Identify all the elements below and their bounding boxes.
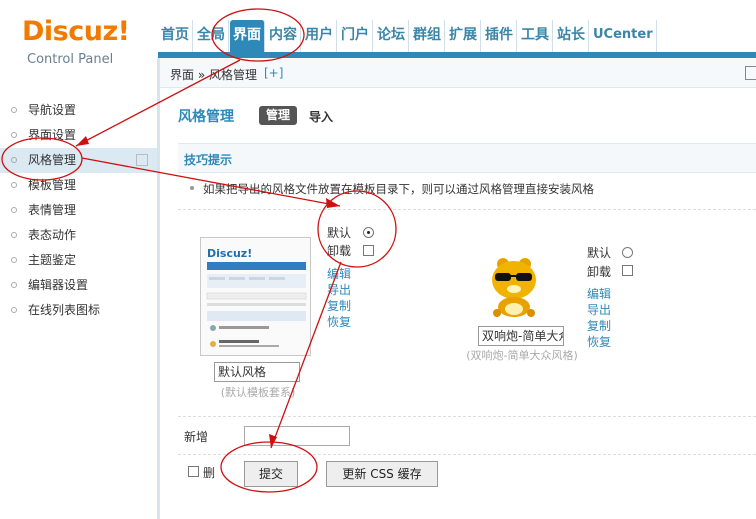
nav-extensions[interactable]: 扩展 (446, 20, 481, 52)
bullet-icon (11, 182, 17, 188)
uninstall-label: 卸载 (587, 265, 612, 279)
sidebar-item-label: 表态动作 (28, 228, 77, 242)
nav-plugins[interactable]: 插件 (482, 20, 517, 52)
new-style-label: 新增 (184, 430, 209, 444)
sidebar-item-nav-settings[interactable]: 导航设置 (0, 98, 157, 123)
sidebar-item-label: 表情管理 (28, 203, 77, 217)
nav-users[interactable]: 用户 (302, 20, 337, 52)
logo-subtitle: Control Panel (27, 52, 114, 67)
submit-button[interactable]: 提交 (244, 461, 298, 487)
bullet-icon (11, 232, 17, 238)
sidebar-item-editor-settings[interactable]: 编辑器设置 (0, 273, 157, 298)
bullet-icon (11, 132, 17, 138)
export-link[interactable]: 导出 (587, 301, 611, 318)
sidebar-item-thread-stamps[interactable]: 主题鉴定 (0, 248, 157, 273)
logo-brand: Discuz! (22, 16, 130, 47)
divider (178, 416, 756, 417)
copy-link[interactable]: 复制 (587, 317, 611, 334)
bullet-icon (11, 307, 17, 313)
window-edge-box[interactable] (745, 66, 756, 80)
sidebar-item-ui-settings[interactable]: 界面设置 (0, 123, 157, 148)
style-preview-image: Discuz! (201, 238, 310, 355)
bullet-icon (190, 186, 194, 190)
sidebar-item-smiley-management[interactable]: 表情管理 (0, 198, 157, 223)
edit-link[interactable]: 编辑 (327, 265, 351, 282)
nav-portal[interactable]: 门户 (338, 20, 373, 52)
main-content: 风格管理 管理 导入 技巧提示 如果把导出的风格文件放置在模板目录下，则可以通过… (160, 88, 756, 519)
style-thumbnail-default[interactable]: Discuz! (200, 237, 311, 356)
bullet-icon (11, 282, 17, 288)
add-shortcut-link[interactable]: [+] (264, 66, 283, 80)
logo[interactable]: Discuz! Control Panel (0, 0, 158, 76)
tab-import[interactable]: 导入 (309, 108, 333, 125)
sidebar: 导航设置 界面设置 风格管理 模板管理 表情管理 表态动作 主题鉴定 编辑器设置… (0, 88, 157, 519)
template-dir-label: (双响炮-简单大众风格) (466, 349, 578, 362)
nav-forum[interactable]: 论坛 (374, 20, 409, 52)
radio-default-label: 默认 (327, 226, 352, 240)
tab-manage[interactable]: 管理 (259, 106, 297, 125)
uninstall-checkbox[interactable] (622, 265, 633, 276)
restore-link[interactable]: 恢复 (327, 313, 351, 330)
sidebar-item-style-management[interactable]: 风格管理 (0, 148, 157, 173)
tips-title: 技巧提示 (184, 153, 233, 167)
sidebar-item-label: 模板管理 (28, 178, 77, 192)
sidebar-item-label: 风格管理 (28, 153, 77, 167)
thumb-brand: Discuz! (207, 247, 252, 260)
sidebar-item-label: 主题鉴定 (28, 253, 77, 267)
style-name-input[interactable]: 双响炮-简单大众 (478, 326, 564, 346)
radio-default-label: 默认 (587, 246, 612, 260)
copy-link-icon[interactable] (136, 154, 148, 166)
export-link[interactable]: 导出 (327, 281, 351, 298)
tips-header: 技巧提示 (178, 143, 756, 173)
delete-checkbox[interactable] (188, 466, 199, 477)
new-style-input[interactable] (244, 426, 350, 446)
bullet-icon (11, 157, 17, 163)
sidebar-item-online-icons[interactable]: 在线列表图标 (0, 298, 157, 323)
uninstall-label: 卸载 (327, 244, 352, 258)
style-name-input[interactable]: 默认风格 (214, 362, 300, 382)
template-dir-label: (默认模板套系) (220, 386, 296, 399)
divider (178, 454, 756, 455)
breadcrumb: 界面 » 风格管理 [+] (160, 58, 756, 88)
style-thumbnail-mascot[interactable] (483, 258, 545, 318)
page-title: 风格管理 (178, 109, 234, 125)
sidebar-item-template-management[interactable]: 模板管理 (0, 173, 157, 198)
bullet-icon (11, 257, 17, 263)
sidebar-item-label: 导航设置 (28, 103, 77, 117)
default-style-radio[interactable] (363, 227, 374, 238)
nav-admin[interactable]: 站长 (554, 20, 589, 52)
sidebar-item-click-actions[interactable]: 表态动作 (0, 223, 157, 248)
header: Discuz! Control Panel 首页 全局 界面 内容 用户 门户 … (0, 0, 756, 67)
update-css-cache-button[interactable]: 更新 CSS 缓存 (326, 461, 438, 487)
nav-tools[interactable]: 工具 (518, 20, 553, 52)
bullet-icon (11, 107, 17, 113)
nav-home[interactable]: 首页 (158, 20, 193, 52)
edit-link[interactable]: 编辑 (587, 285, 611, 302)
tip-text: 如果把导出的风格文件放置在模板目录下，则可以通过风格管理直接安装风格 (203, 182, 594, 196)
nav-global[interactable]: 全局 (194, 20, 229, 52)
sidebar-item-label: 界面设置 (28, 128, 77, 142)
nav-content[interactable]: 内容 (266, 20, 301, 52)
top-nav: 首页 全局 界面 内容 用户 门户 论坛 群组 扩展 插件 工具 站长 UCen… (158, 20, 658, 52)
default-style-radio[interactable] (622, 247, 633, 258)
bullet-icon (11, 207, 17, 213)
nav-ucenter[interactable]: UCenter (590, 20, 657, 52)
sidebar-item-label: 编辑器设置 (28, 278, 89, 292)
divider (178, 209, 756, 210)
mascot-image (492, 258, 536, 317)
delete-label: 删 (203, 466, 216, 480)
restore-link[interactable]: 恢复 (587, 333, 611, 350)
nav-groups[interactable]: 群组 (410, 20, 445, 52)
nav-interface[interactable]: 界面 (230, 20, 265, 52)
uninstall-checkbox[interactable] (363, 245, 374, 256)
copy-link[interactable]: 复制 (327, 297, 351, 314)
sidebar-item-label: 在线列表图标 (28, 303, 101, 317)
breadcrumb-text[interactable]: 界面 » 风格管理 (170, 66, 257, 83)
